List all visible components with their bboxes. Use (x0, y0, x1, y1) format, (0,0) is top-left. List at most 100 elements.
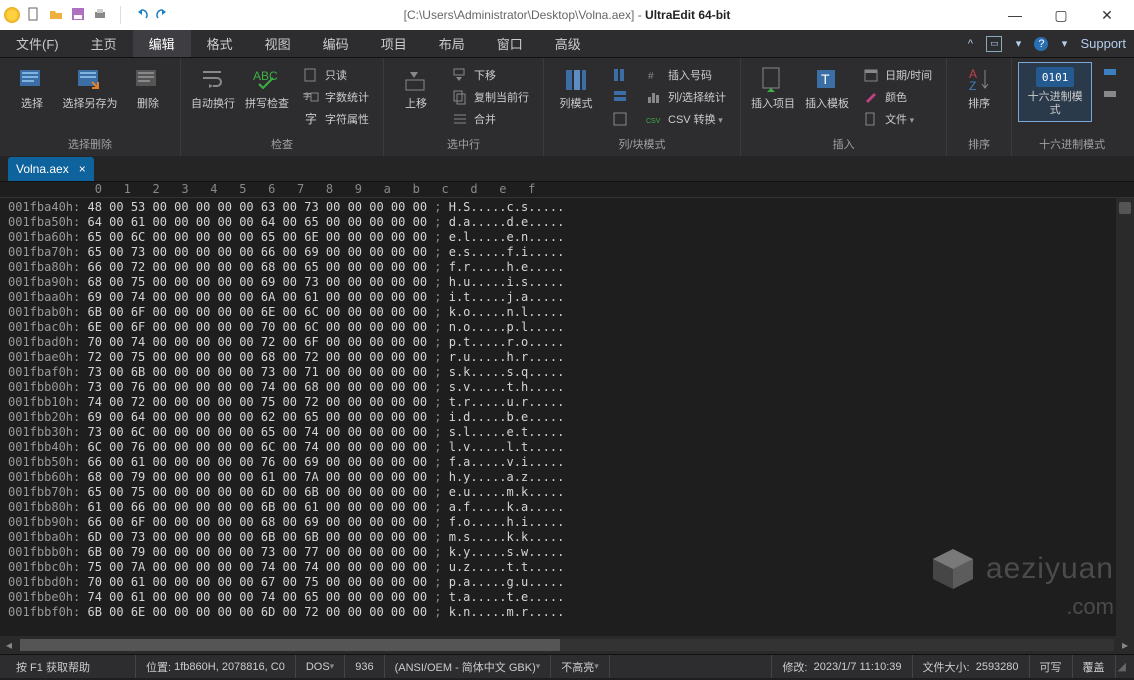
hex-line[interactable]: 001fbac0h: 6E 00 6F 00 00 00 00 00 70 00… (8, 320, 1116, 335)
select-button[interactable]: 选择 (6, 62, 58, 115)
ribbon-tab[interactable]: 高级 (539, 30, 597, 57)
save-selection-as-button[interactable]: 选择另存为 (60, 62, 120, 115)
spellcheck-button[interactable]: ABC 拼写检查 (241, 62, 293, 115)
scroll-right-icon[interactable]: ▸ (1116, 638, 1134, 652)
hex-line[interactable]: 001fbab0h: 6B 00 6F 00 00 00 00 00 6E 00… (8, 305, 1116, 320)
delete-button[interactable]: 删除 (122, 62, 174, 115)
hex-line[interactable]: 001fbaf0h: 73 00 6B 00 00 00 00 00 73 00… (8, 365, 1116, 380)
movedown-button[interactable]: 下移 (446, 66, 535, 84)
small-icon-a[interactable] (606, 66, 634, 84)
column-mode-button[interactable]: 列模式 (550, 62, 602, 115)
close-button[interactable]: ✕ (1084, 0, 1130, 30)
small-icon-b[interactable] (606, 88, 634, 106)
hex-line[interactable]: 001fba80h: 66 00 72 00 00 00 00 00 68 00… (8, 260, 1116, 275)
maximize-button[interactable]: ▢ (1038, 0, 1084, 30)
small-icon-c[interactable] (606, 110, 634, 128)
color-button[interactable]: 颜色 (857, 88, 938, 106)
column-select-stat-button[interactable]: 列/选择统计 (640, 88, 732, 106)
ribbon-tab[interactable]: 编辑 (133, 30, 191, 57)
file-insert-button[interactable]: 文件 (857, 110, 938, 128)
scroll-thumb[interactable] (20, 639, 560, 651)
support-link[interactable]: Support (1080, 36, 1126, 51)
ribbon-group-sort: AZ 排序 排序 (947, 58, 1012, 156)
ribbon-tab[interactable]: 布局 (423, 30, 481, 57)
hex-line[interactable]: 001fbbc0h: 75 00 7A 00 00 00 00 00 74 00… (8, 560, 1116, 575)
hex-line[interactable]: 001fba70h: 65 00 73 00 00 00 00 00 66 00… (8, 245, 1116, 260)
hex-line[interactable]: 001fbad0h: 70 00 74 00 00 00 00 00 72 00… (8, 335, 1116, 350)
hex-line[interactable]: 001fbb00h: 73 00 76 00 00 00 00 00 74 00… (8, 380, 1116, 395)
hex-line[interactable]: 001fbbd0h: 70 00 61 00 00 00 00 00 67 00… (8, 575, 1116, 590)
print-icon[interactable] (92, 6, 108, 22)
hex-line[interactable]: 001fbb60h: 68 00 79 00 00 00 00 00 61 00… (8, 470, 1116, 485)
layout-icon[interactable]: ▭ (986, 36, 1002, 52)
copy-current-line-button[interactable]: 复制当前行 (446, 88, 535, 106)
ribbon-tab[interactable]: 主页 (75, 30, 133, 57)
insert-item-button[interactable]: 插入项目 (747, 62, 799, 115)
hex-line[interactable]: 001fba40h: 48 00 53 00 00 00 00 00 63 00… (8, 200, 1116, 215)
insert-number-button[interactable]: # 插入号码 (640, 66, 732, 84)
hex-small-a[interactable] (1096, 66, 1124, 84)
hex-line[interactable]: 001fbb20h: 69 00 64 00 00 00 00 00 62 00… (8, 410, 1116, 425)
scroll-left-icon[interactable]: ◂ (0, 638, 18, 652)
hex-line[interactable]: 001fba50h: 64 00 61 00 00 00 00 00 64 00… (8, 215, 1116, 230)
open-file-icon[interactable] (48, 6, 64, 22)
vertical-scrollbar[interactable] (1116, 198, 1134, 636)
status-highlight[interactable]: 不高亮 (551, 655, 610, 678)
file-tab-active[interactable]: Volna.aex × (8, 157, 94, 181)
hex-line[interactable]: 001fbb40h: 6C 00 76 00 00 00 00 00 6C 00… (8, 440, 1116, 455)
dropdown2-icon[interactable]: ▾ (1056, 36, 1072, 52)
fontprop-button[interactable]: 字 字符属性 (297, 110, 375, 128)
sort-button[interactable]: AZ 排序 (953, 62, 1005, 115)
hex-line[interactable]: 001fbb80h: 61 00 66 00 00 00 00 00 6B 00… (8, 500, 1116, 515)
hex-mode-button[interactable]: 0101 十六进制模式 (1018, 62, 1092, 122)
hex-line[interactable]: 001fbb70h: 65 00 75 00 00 00 00 00 6D 00… (8, 485, 1116, 500)
ribbon-tab[interactable]: 视图 (249, 30, 307, 57)
close-tab-icon[interactable]: × (79, 162, 86, 176)
autowrap-button[interactable]: 自动换行 (187, 62, 239, 115)
hex-line[interactable]: 001fbb90h: 66 00 6F 00 00 00 00 00 68 00… (8, 515, 1116, 530)
minimize-button[interactable]: — (992, 0, 1038, 30)
ribbon-tab[interactable]: 格式 (191, 30, 249, 57)
ribbon-tab[interactable]: 项目 (365, 30, 423, 57)
titlebar: [C:\Users\Administrator\Desktop\Volna.ae… (0, 0, 1134, 30)
collapse-ribbon-icon[interactable]: ^ (962, 36, 978, 52)
help-icon[interactable]: ? (1034, 37, 1048, 51)
hex-line[interactable]: 001fbae0h: 72 00 75 00 00 00 00 00 68 00… (8, 350, 1116, 365)
undo-icon[interactable] (133, 6, 149, 22)
ribbon-tab[interactable]: 编码 (307, 30, 365, 57)
csv-convert-button[interactable]: CSV CSV 转换 (640, 110, 732, 128)
wordcount-button[interactable]: 字 字数统计 (297, 88, 375, 106)
hex-line[interactable]: 001fbbb0h: 6B 00 79 00 00 00 00 00 73 00… (8, 545, 1116, 560)
scroll-track[interactable] (20, 639, 1114, 651)
merge-button[interactable]: 合并 (446, 110, 535, 128)
hex-line[interactable]: 001fbbe0h: 74 00 61 00 00 00 00 00 74 00… (8, 590, 1116, 605)
status-write[interactable]: 可写 (1030, 655, 1073, 678)
save-icon[interactable] (70, 6, 86, 22)
hex-line[interactable]: 001fbba0h: 6D 00 73 00 00 00 00 00 6B 00… (8, 530, 1116, 545)
status-eol[interactable]: DOS (296, 655, 345, 678)
hex-line[interactable]: 001fbbf0h: 6B 00 6E 00 00 00 00 00 6D 00… (8, 605, 1116, 620)
status-overwrite[interactable]: 覆盖 (1073, 655, 1116, 678)
hex-line[interactable]: 001fba90h: 68 00 75 00 00 00 00 00 69 00… (8, 275, 1116, 290)
scrollbar-thumb[interactable] (1119, 202, 1131, 214)
hex-line[interactable]: 001fbb30h: 73 00 6C 00 00 00 00 00 65 00… (8, 425, 1116, 440)
status-encoding[interactable]: (ANSI/OEM - 简体中文 GBK) (385, 655, 552, 678)
ribbon-tab[interactable]: 文件(F) (0, 30, 75, 57)
dropdown-icon[interactable]: ▾ (1010, 36, 1026, 52)
ribbon-tab[interactable]: 窗口 (481, 30, 539, 57)
hex-editor[interactable]: 001fba40h: 48 00 53 00 00 00 00 00 63 00… (0, 198, 1116, 636)
horizontal-scrollbar[interactable]: ◂ ▸ (0, 636, 1134, 654)
hex-line[interactable]: 001fbaa0h: 69 00 74 00 00 00 00 00 6A 00… (8, 290, 1116, 305)
moveup-button[interactable]: 上移 (390, 62, 442, 115)
new-file-icon[interactable] (26, 6, 42, 22)
readonly-button[interactable]: 只读 (297, 66, 375, 84)
status-resize-grip[interactable]: ◢ (1116, 655, 1128, 678)
datetime-button[interactable]: 日期/时间 (857, 66, 938, 84)
hex-line[interactable]: 001fba60h: 65 00 6C 00 00 00 00 00 65 00… (8, 230, 1116, 245)
fontprop-label: 字符属性 (325, 111, 369, 127)
redo-icon[interactable] (155, 6, 171, 22)
insert-template-button[interactable]: T 插入模板 (801, 62, 853, 115)
hex-small-b[interactable] (1096, 88, 1124, 106)
hex-line[interactable]: 001fbb10h: 74 00 72 00 00 00 00 00 75 00… (8, 395, 1116, 410)
hex-line[interactable]: 001fbb50h: 66 00 61 00 00 00 00 00 76 00… (8, 455, 1116, 470)
